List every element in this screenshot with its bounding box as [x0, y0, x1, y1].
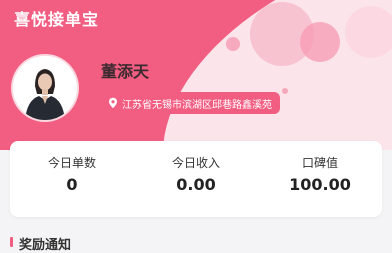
- location-pin-icon: [109, 97, 117, 109]
- stat-value: 0.00: [176, 175, 216, 194]
- avatar-photo: [13, 56, 77, 120]
- address-text: 江苏省无锡市滨湖区邱巷路鑫溪苑: [122, 99, 272, 111]
- address-chip[interactable]: 江苏省无锡市滨湖区邱巷路鑫溪苑: [101, 92, 280, 114]
- decor-circle: [345, 6, 392, 58]
- stat-label: 口碑值: [301, 156, 338, 170]
- decor-circle: [226, 37, 240, 51]
- header-banner: 喜悦接单宝 董添天 江苏省无锡市滨湖区邱巷路鑫溪苑: [0, 0, 392, 150]
- stats-card: 今日单数 0 今日收入 0.00 口碑值 100.00: [10, 141, 382, 217]
- stat-label: 今日收入: [171, 156, 220, 170]
- user-name: 董添天: [101, 62, 150, 81]
- section-title: 奖励通知: [19, 238, 72, 253]
- stat-label: 今日单数: [47, 156, 96, 170]
- decor-circle: [282, 88, 288, 94]
- app-title: 喜悦接单宝: [14, 10, 100, 29]
- stat-value: 100.00: [289, 175, 351, 194]
- stat-value: 0: [66, 175, 78, 194]
- section-accent-bar: [10, 237, 13, 247]
- decor-circle: [300, 22, 340, 62]
- avatar[interactable]: [13, 56, 77, 120]
